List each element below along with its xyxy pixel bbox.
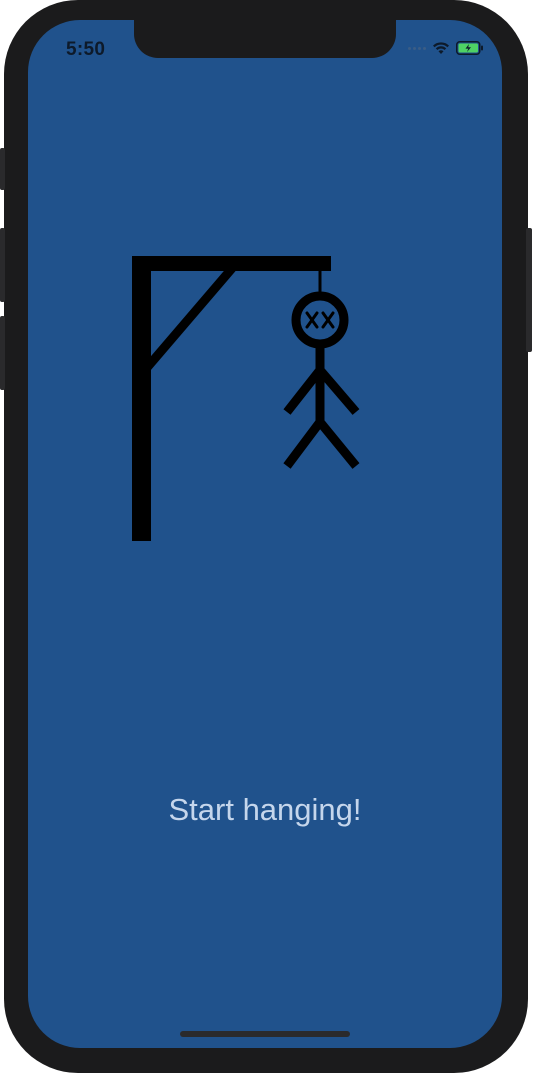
app-screen: 5:50 Start hanging! — [28, 20, 502, 1048]
power-button — [526, 228, 532, 352]
device-frame: 5:50 Start hanging! — [0, 0, 533, 1079]
home-indicator[interactable] — [180, 1031, 350, 1037]
dead-eyes-icon — [305, 311, 335, 329]
silent-switch — [0, 148, 5, 190]
right-leg — [316, 419, 360, 469]
head — [291, 291, 349, 349]
left-arm — [283, 367, 324, 415]
start-hanging-label[interactable]: Start hanging! — [28, 792, 502, 828]
volume-up-button — [0, 228, 5, 302]
hangman-drawing — [132, 256, 360, 541]
right-arm — [316, 367, 360, 415]
left-leg — [283, 419, 324, 469]
gallows-post — [132, 256, 151, 541]
gallows-brace — [141, 263, 238, 373]
volume-down-button — [0, 316, 5, 390]
